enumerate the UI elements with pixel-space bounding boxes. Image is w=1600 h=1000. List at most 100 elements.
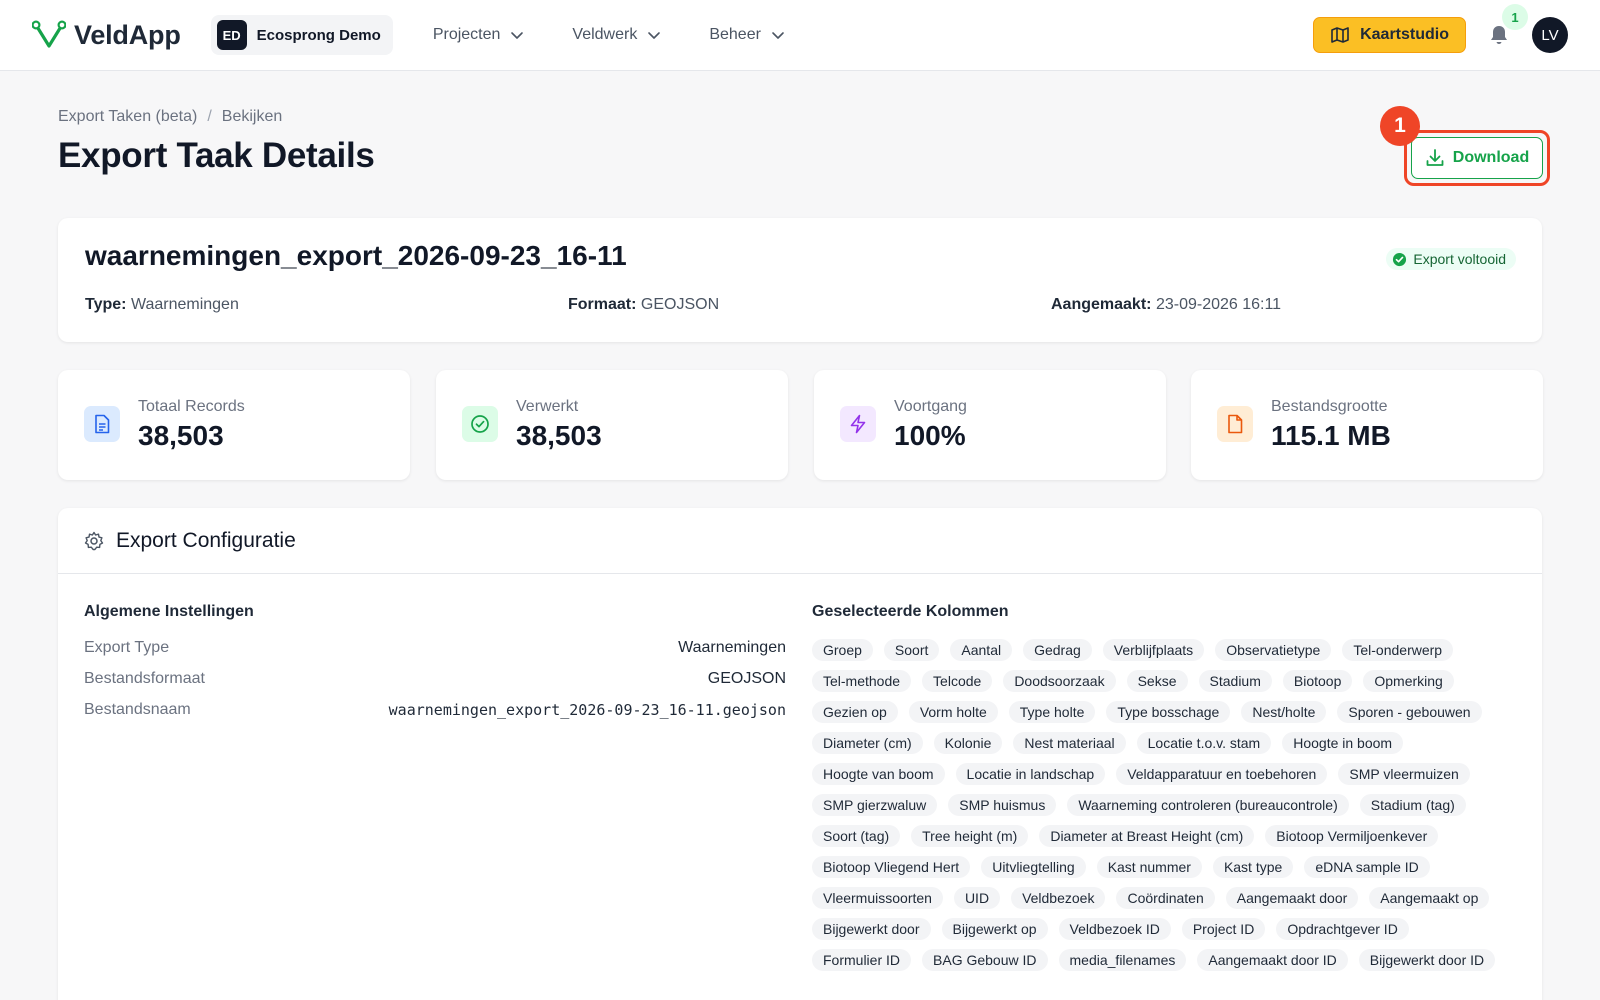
org-badge: ED: [216, 20, 247, 50]
column-chip: Biotoop: [1282, 670, 1353, 692]
column-chip: BAG Gebouw ID: [922, 949, 1048, 971]
chevron-down-icon: [511, 32, 524, 39]
column-chip: Opdrachtgever ID: [1276, 918, 1409, 940]
download-highlight: Download: [1404, 130, 1550, 186]
column-chip: Doodsoorzaak: [1003, 670, 1116, 692]
config-header: Export Configuratie: [58, 508, 1542, 574]
stat-card-file-size: Bestandsgrootte 115.1 MB: [1191, 370, 1543, 480]
breadcrumb-separator: /: [207, 108, 212, 125]
stat-value: 115.1 MB: [1271, 420, 1391, 451]
column-chip: Groep: [812, 639, 873, 661]
column-chip: Diameter (cm): [812, 732, 923, 754]
check-circle-icon: [462, 406, 498, 442]
column-chip: Bijgewerkt op: [941, 918, 1048, 940]
stat-label: Totaal Records: [138, 398, 245, 415]
column-chip: Opmerking: [1363, 670, 1454, 692]
column-chip: Tel-onderwerp: [1342, 639, 1454, 661]
setting-key: Bestandsnaam: [84, 701, 191, 718]
column-chip: Biotoop Vermiljoenkever: [1265, 825, 1439, 847]
column-chip: Kast type: [1212, 856, 1294, 878]
logo-text: VeldApp: [74, 19, 181, 50]
setting-row-export-type: Export Type Waarnemingen: [84, 639, 786, 657]
column-chip: Biotoop Vliegend Hert: [812, 856, 971, 878]
column-chip: SMP huismus: [948, 794, 1057, 816]
column-chip: Vorm holte: [908, 701, 998, 723]
chevron-down-icon: [648, 32, 661, 39]
map-icon: [1331, 27, 1349, 43]
column-chip: SMP gierzwaluw: [812, 794, 938, 816]
column-chip: Nest materiaal: [1013, 732, 1126, 754]
column-chip: Stadium (tag): [1359, 794, 1466, 816]
column-chip: Formulier ID: [812, 949, 912, 971]
nav-item-label: Veldwerk: [572, 26, 638, 43]
page-title: Export Taak Details: [58, 136, 375, 175]
stat-value: 38,503: [138, 420, 224, 451]
column-chip: Telcode: [922, 670, 993, 692]
column-chip: Type holte: [1008, 701, 1096, 723]
kaartstudio-label: Kaartstudio: [1360, 26, 1449, 43]
download-label: Download: [1452, 149, 1530, 166]
column-chip: Gezien op: [812, 701, 898, 723]
status-badge: Export voltooid: [1386, 248, 1516, 270]
meta-type-value: Waarnemingen: [130, 296, 239, 313]
meta-created-value: 23-09-2026 16:11: [1155, 296, 1282, 313]
meta-type: Type: Waarnemingen: [85, 296, 239, 314]
column-chip: Sporen - gebouwen: [1337, 701, 1482, 723]
stat-card-processed: Verwerkt 38,503: [436, 370, 788, 480]
column-chip: Type bosschage: [1106, 701, 1231, 723]
breadcrumb: Export Taken (beta) / Bekijken: [58, 108, 282, 126]
column-chip: Hoogte in boom: [1282, 732, 1404, 754]
veldapp-logo-icon: [32, 20, 66, 48]
setting-value: Waarnemingen: [678, 639, 786, 656]
meta-type-label: Type:: [85, 296, 127, 313]
general-settings-title: Algemene Instellingen: [84, 603, 254, 620]
nav-item-label: Beheer: [709, 26, 761, 43]
download-icon: [1426, 149, 1444, 166]
top-navigation: VeldApp ED Ecosprong Demo Projecten Veld…: [0, 0, 1600, 71]
stat-card-total-records: Totaal Records 38,503: [58, 370, 410, 480]
column-chip: Observatietype: [1215, 639, 1332, 661]
status-text: Export voltooid: [1413, 251, 1506, 267]
config-title: Export Configuratie: [116, 528, 296, 552]
organization-switcher[interactable]: ED Ecosprong Demo: [210, 15, 393, 55]
column-chip: Veldapparatuur en toebehoren: [1116, 763, 1328, 785]
logo[interactable]: VeldApp: [32, 20, 181, 51]
nav-item-beheer[interactable]: Beheer: [689, 15, 805, 55]
stat-value: 100%: [894, 420, 966, 451]
stat-card-progress: Voortgang 100%: [814, 370, 1166, 480]
chevron-down-icon: [772, 32, 784, 39]
nav-item-label: Projecten: [432, 26, 501, 43]
download-button[interactable]: Download: [1411, 137, 1543, 179]
column-chip: Diameter at Breast Height (cm): [1039, 825, 1255, 847]
export-file-name: waarnemingen_export_2026-09-23_16-11: [85, 240, 627, 271]
file-icon: [1217, 406, 1253, 442]
notification-count-badge: 1: [1502, 4, 1528, 30]
column-chip: Aangemaakt door ID: [1197, 949, 1348, 971]
column-chip: Locatie in landschap: [955, 763, 1106, 785]
column-chip: Veldbezoek ID: [1058, 918, 1171, 940]
column-chip: Gedrag: [1023, 639, 1092, 661]
column-chip: Tree height (m): [911, 825, 1029, 847]
column-chip: SMP vleermuizen: [1338, 763, 1470, 785]
column-chip: Aangemaakt door: [1225, 887, 1359, 909]
export-configuration-card: Export Configuratie Algemene Instellinge…: [58, 508, 1542, 1000]
column-chip: Project ID: [1181, 918, 1266, 940]
setting-row-file-name: Bestandsnaam waarnemingen_export_2026-09…: [84, 701, 786, 719]
org-name: Ecosprong Demo: [256, 26, 381, 44]
breadcrumb-item-export-taken[interactable]: Export Taken (beta): [58, 108, 197, 126]
meta-format-value: GEOJSON: [640, 296, 720, 313]
kaartstudio-button[interactable]: Kaartstudio: [1313, 17, 1466, 53]
notifications-button[interactable]: 1: [1484, 4, 1528, 50]
column-chip: Waarneming controleren (bureaucontrole): [1067, 794, 1349, 816]
avatar[interactable]: LV: [1532, 17, 1568, 53]
column-chip: UID: [953, 887, 1001, 909]
nav-item-projecten[interactable]: Projecten: [413, 15, 545, 55]
setting-key: Bestandsformaat: [84, 670, 205, 687]
stat-label: Bestandsgrootte: [1271, 398, 1388, 415]
setting-value: GEOJSON: [707, 670, 786, 687]
nav-item-veldwerk[interactable]: Veldwerk: [552, 15, 681, 55]
stat-label: Verwerkt: [516, 398, 579, 415]
column-chip: Coördinaten: [1116, 887, 1215, 909]
column-chip: Vleermuissoorten: [812, 887, 943, 909]
header-actions: Kaartstudio 1 LV: [1313, 4, 1568, 53]
